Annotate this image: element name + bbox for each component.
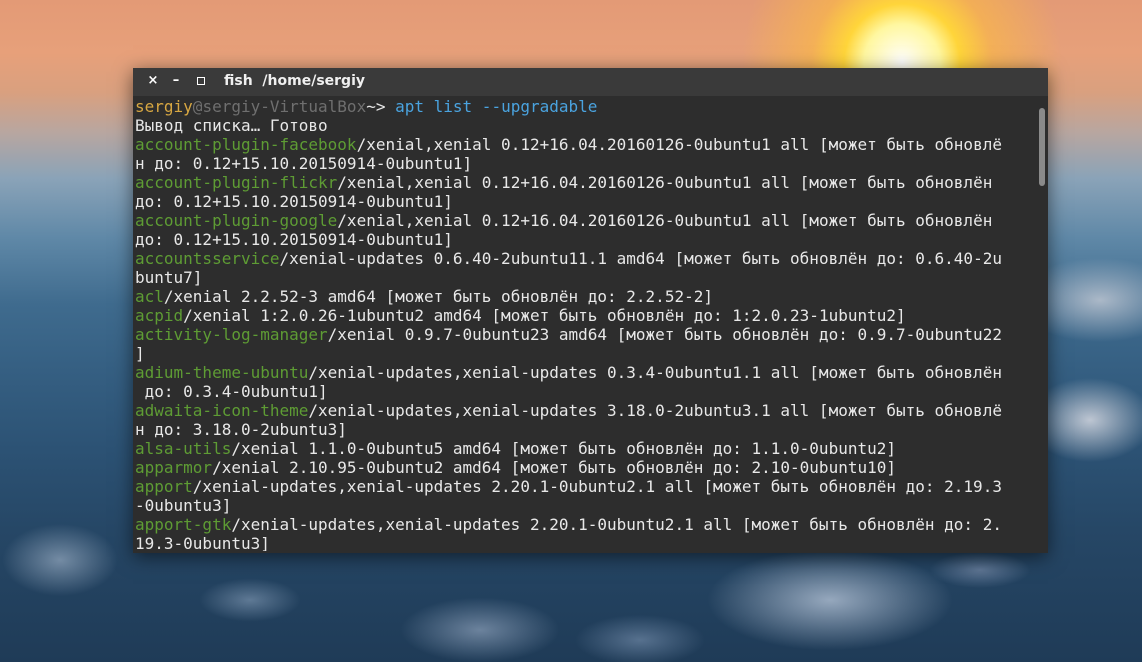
package-line: н до: 0.12+15.10.20150914-0ubuntu1] [135,154,1035,173]
package-line: account-plugin-facebook/xenial,xenial 0.… [135,135,1035,154]
package-line: ] [135,344,1035,363]
package-details: /xenial,xenial 0.12+16.04.20160126-0ubun… [337,211,993,230]
package-details: н до: 0.12+15.10.20150914-0ubuntu1] [135,154,473,173]
package-details: до: 0.12+15.10.20150914-0ubuntu1] [135,230,453,249]
package-details: /xenial 1:2.0.26-1ubuntu2 amd64 [может б… [183,306,906,325]
package-line: account-plugin-flickr/xenial,xenial 0.12… [135,173,1035,192]
package-name: apport [135,477,193,496]
package-details: /xenial-updates,xenial-updates 3.18.0-2u… [308,401,1002,420]
scrollbar-thumb[interactable] [1039,108,1045,186]
package-name: apparmor [135,458,213,477]
package-details: /xenial 2.2.52-3 amd64 [может быть обнов… [163,287,713,306]
package-list: account-plugin-facebook/xenial,xenial 0.… [135,135,1035,551]
minimize-icon[interactable]: – [169,74,183,88]
package-line: accountsservice/xenial-updates 0.6.40-2u… [135,249,1035,268]
prompt-command: apt list --upgradable [395,97,598,116]
package-line: apport/xenial-updates,xenial-updates 2.2… [135,477,1035,496]
package-line: account-plugin-google/xenial,xenial 0.12… [135,211,1035,230]
package-details: /xenial,xenial 0.12+16.04.20160126-0ubun… [337,173,993,192]
output-header: Вывод списка… Готово [135,116,328,135]
package-details: /xenial-updates,xenial-updates 0.3.4-0ub… [308,363,1002,382]
package-line: adwaita-icon-theme/xenial-updates,xenial… [135,401,1035,420]
package-line: acpid/xenial 1:2.0.26-1ubuntu2 amd64 [мо… [135,306,1035,325]
package-name: acpid [135,306,184,325]
package-name: account-plugin-flickr [135,173,338,192]
package-details: /xenial-updates,xenial-updates 2.20.1-0u… [231,515,1002,534]
prompt-user: sergiy [135,97,193,116]
package-line: -0ubuntu3] [135,496,1035,515]
prompt-at: @ [192,97,203,116]
package-line: до: 0.12+15.10.20150914-0ubuntu1] [135,192,1035,211]
package-details: /xenial-updates,xenial-updates 2.20.1-0u… [192,477,1002,496]
package-details: /xenial,xenial 0.12+16.04.20160126-0ubun… [356,135,1002,154]
package-name: account-plugin-facebook [135,135,357,154]
prompt-host: sergiy-VirtualBox [202,97,367,116]
command-prompt-line: sergiy@sergiy-VirtualBox~> apt list --up… [135,97,1035,116]
package-name: apport-gtk [135,515,232,534]
terminal-output[interactable]: sergiy@sergiy-VirtualBox~> apt list --up… [135,97,1035,551]
package-details: /xenial 1.1.0-0ubuntu5 amd64 [может быть… [231,439,896,458]
package-name: accountsservice [135,249,280,268]
package-details: buntu7] [135,268,203,287]
package-line: до: 0.12+15.10.20150914-0ubuntu1] [135,230,1035,249]
package-line: до: 0.3.4-0ubuntu1] [135,382,1035,401]
package-line: activity-log-manager/xenial 0.9.7-0ubunt… [135,325,1035,344]
package-name: activity-log-manager [135,325,328,344]
maximize-icon[interactable] [194,74,208,88]
prompt-arrow: > [375,97,396,116]
package-details: /xenial 2.10.95-0ubuntu2 amd64 [может бы… [212,458,896,477]
package-details: до: 0.3.4-0ubuntu1] [135,382,328,401]
prompt-path: ~ [366,97,376,116]
package-details: н до: 3.18.0-2ubuntu3] [135,420,347,439]
terminal-window[interactable]: × – fish /home/sergiy sergiy@sergiy-Virt… [133,68,1048,553]
package-line: apport-gtk/xenial-updates,xenial-updates… [135,515,1035,534]
package-name: alsa-utils [135,439,232,458]
package-line: alsa-utils/xenial 1.1.0-0ubuntu5 amd64 [… [135,439,1035,458]
window-titlebar[interactable]: × – fish /home/sergiy [133,68,1048,96]
package-line: 19.3-0ubuntu3] [135,534,1035,551]
package-details: 19.3-0ubuntu3] [135,534,270,551]
package-name: acl [135,287,164,306]
close-icon[interactable]: × [146,74,160,88]
package-name: adium-theme-ubuntu [135,363,309,382]
package-line: acl/xenial 2.2.52-3 amd64 [может быть об… [135,287,1035,306]
window-title: fish /home/sergiy [224,73,365,89]
package-line: adium-theme-ubuntu/xenial-updates,xenial… [135,363,1035,382]
package-line: buntu7] [135,268,1035,287]
package-name: adwaita-icon-theme [135,401,309,420]
package-details: -0ubuntu3] [135,496,232,515]
package-name: account-plugin-google [135,211,338,230]
package-details: до: 0.12+15.10.20150914-0ubuntu1] [135,192,453,211]
package-details: /xenial 0.9.7-0ubuntu23 amd64 [может быт… [327,325,1002,344]
package-details: /xenial-updates 0.6.40-2ubuntu11.1 amd64… [279,249,1002,268]
package-line: apparmor/xenial 2.10.95-0ubuntu2 amd64 [… [135,458,1035,477]
package-details: ] [135,344,145,363]
package-line: н до: 3.18.0-2ubuntu3] [135,420,1035,439]
